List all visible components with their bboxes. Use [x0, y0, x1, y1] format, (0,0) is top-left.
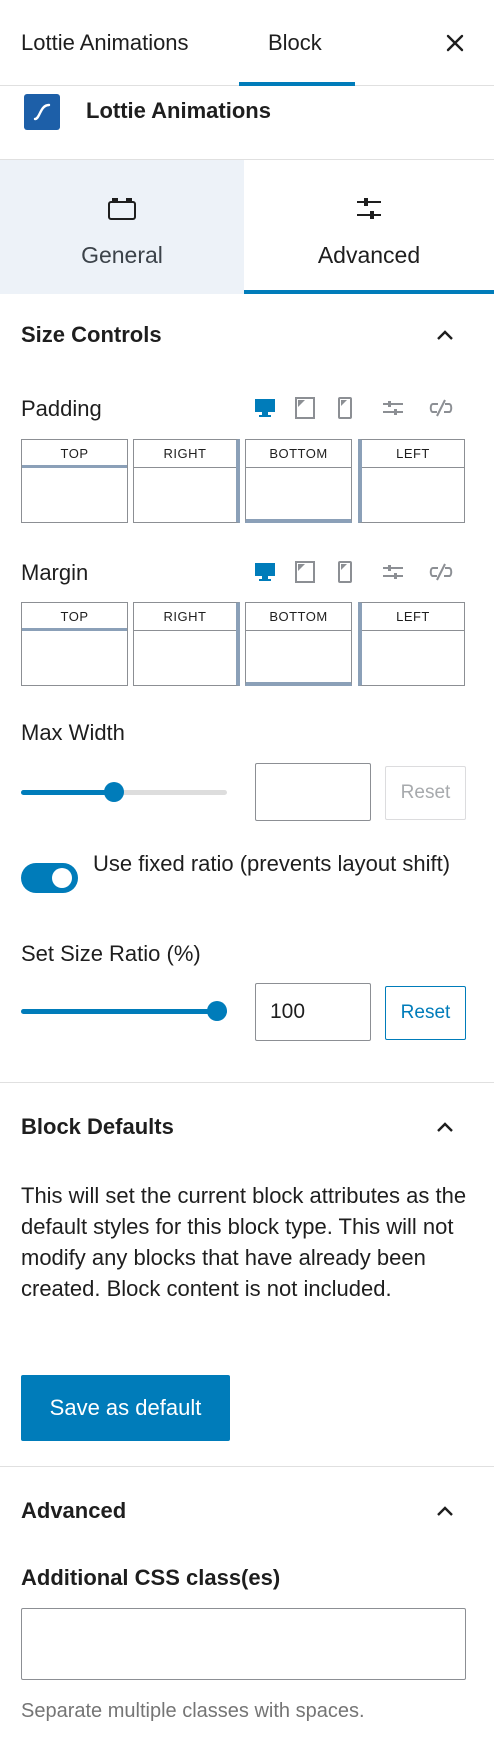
mobile-icon[interactable]: [332, 395, 358, 421]
tab-advanced-label: Advanced: [317, 242, 421, 268]
max-width-reset-button[interactable]: Reset: [385, 766, 466, 820]
margin-left-label: LEFT: [362, 603, 464, 631]
tablet-icon[interactable]: [292, 395, 318, 421]
active-panel-tab-indicator: [244, 290, 494, 294]
size-ratio-slider[interactable]: [21, 1000, 227, 1022]
unlink-icon[interactable]: [428, 395, 454, 421]
size-ratio-reset-button[interactable]: Reset: [385, 986, 466, 1040]
size-controls-header[interactable]: Size Controls: [0, 312, 494, 362]
tab-general-label: General: [81, 242, 163, 268]
toggle-knob: [52, 868, 72, 888]
margin-left-box: LEFT: [358, 602, 465, 686]
sidebar-header-tabs: Lottie Animations Block: [0, 0, 494, 86]
section-divider: [0, 1466, 494, 1467]
section-divider: [0, 1082, 494, 1083]
block-defaults-description: This will set the current block attribut…: [21, 1183, 467, 1301]
margin-bottom-label: BOTTOM: [246, 603, 351, 631]
padding-top-box: TOP: [21, 439, 128, 523]
fixed-ratio-toggle[interactable]: [21, 863, 78, 893]
block-defaults-title: Block Defaults: [21, 1114, 174, 1139]
margin-bottom-box: BOTTOM: [245, 602, 352, 686]
padding-left-input[interactable]: [362, 468, 464, 523]
close-icon: [446, 34, 464, 52]
advanced-header[interactable]: Advanced: [0, 1488, 494, 1538]
padding-right-box: RIGHT: [133, 439, 240, 523]
slider-fill: [21, 1009, 227, 1014]
margin-label: Margin: [21, 560, 89, 585]
css-class-help: Separate multiple classes with spaces.: [21, 1700, 365, 1722]
margin-top-box: TOP: [21, 602, 128, 686]
block-card: Lottie Animations: [0, 86, 494, 160]
tablet-icon[interactable]: [292, 559, 318, 585]
sliders-icon[interactable]: [380, 559, 406, 585]
chevron-up-icon: [437, 330, 453, 340]
css-class-input[interactable]: [21, 1608, 466, 1680]
slider-fill: [21, 790, 114, 795]
tab-general[interactable]: General: [0, 160, 244, 294]
margin-bottom-input[interactable]: [246, 631, 351, 686]
chevron-up-icon: [437, 1122, 453, 1132]
max-width-slider[interactable]: [21, 781, 227, 803]
tab-lottie-animations[interactable]: Lottie Animations: [21, 0, 189, 86]
chevron-up-icon: [437, 1506, 453, 1516]
close-button[interactable]: [438, 26, 472, 60]
panel-tabs: General Advanced: [0, 160, 494, 294]
margin-top-input[interactable]: [22, 631, 127, 686]
size-ratio-input[interactable]: [255, 983, 371, 1041]
tab-block[interactable]: Block: [268, 0, 322, 86]
padding-label: Padding: [21, 396, 102, 421]
general-icon: [108, 198, 136, 220]
save-as-default-button[interactable]: Save as default: [21, 1375, 230, 1441]
unlink-icon[interactable]: [428, 559, 454, 585]
margin-left-input[interactable]: [362, 631, 464, 686]
fixed-ratio-label: Use fixed ratio (prevents layout shift): [93, 851, 451, 876]
advanced-title: Advanced: [21, 1498, 127, 1523]
size-ratio-label: Set Size Ratio (%): [21, 941, 201, 966]
max-width-input[interactable]: [255, 763, 371, 821]
padding-box-row: TOP RIGHT BOTTOM LEFT: [21, 439, 466, 523]
mobile-icon[interactable]: [332, 559, 358, 585]
margin-right-input[interactable]: [134, 631, 236, 686]
css-class-label: Additional CSS class(es): [21, 1565, 281, 1590]
sliders-icon[interactable]: [380, 395, 406, 421]
block-defaults-header[interactable]: Block Defaults: [0, 1104, 494, 1154]
lottie-icon: [24, 94, 60, 130]
desktop-icon[interactable]: [252, 559, 278, 585]
margin-top-label: TOP: [22, 603, 127, 631]
padding-top-label: TOP: [22, 440, 127, 468]
slider-thumb[interactable]: [207, 1001, 227, 1021]
slider-thumb[interactable]: [104, 782, 124, 802]
size-controls-title: Size Controls: [21, 322, 162, 347]
padding-right-label: RIGHT: [134, 440, 236, 468]
block-name: Lottie Animations: [86, 98, 271, 123]
padding-top-input[interactable]: [22, 468, 127, 523]
desktop-icon[interactable]: [252, 395, 278, 421]
tab-advanced[interactable]: Advanced: [244, 160, 494, 294]
padding-left-label: LEFT: [362, 440, 464, 468]
padding-right-input[interactable]: [134, 468, 236, 523]
margin-box-row: TOP RIGHT BOTTOM LEFT: [21, 602, 466, 686]
padding-device-icons: [252, 395, 462, 421]
sliders-icon: [357, 198, 381, 219]
padding-bottom-label: BOTTOM: [246, 440, 351, 468]
max-width-label: Max Width: [21, 720, 125, 745]
padding-bottom-input[interactable]: [246, 468, 351, 523]
margin-right-label: RIGHT: [134, 603, 236, 631]
padding-bottom-box: BOTTOM: [245, 439, 352, 523]
padding-left-box: LEFT: [358, 439, 465, 523]
margin-right-box: RIGHT: [133, 602, 240, 686]
margin-device-icons: [252, 559, 462, 585]
